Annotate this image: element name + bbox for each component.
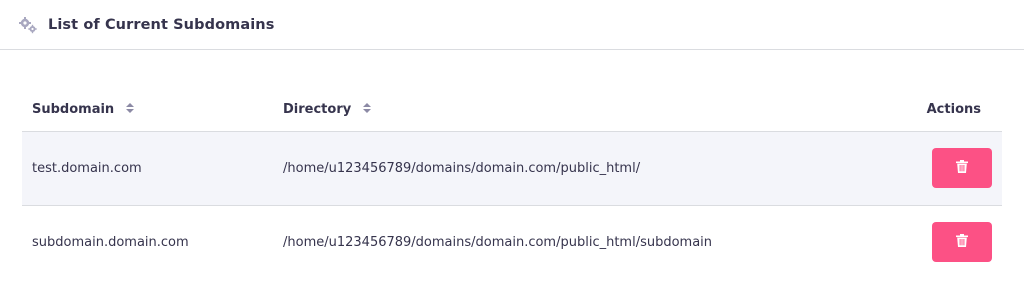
column-header-subdomain[interactable]: Subdomain	[22, 88, 283, 132]
table-row: test.domain.com /home/u123456789/domains…	[22, 131, 1002, 206]
column-header-directory[interactable]: Directory	[283, 88, 843, 132]
column-header-actions: Actions	[843, 88, 1002, 132]
subdomains-table-wrapper: Subdomain Directory Actions test.domain.…	[22, 88, 1002, 279]
sort-icon[interactable]	[125, 102, 134, 117]
directory-cell: /home/u123456789/domains/domain.com/publ…	[283, 234, 713, 250]
column-label-subdomain: Subdomain	[32, 101, 115, 117]
gears-icon	[18, 15, 38, 35]
sort-icon[interactable]	[362, 102, 371, 117]
table-row: subdomain.domain.com /home/u123456789/do…	[22, 205, 1002, 279]
subdomain-cell: test.domain.com	[22, 131, 283, 206]
subdomain-cell: subdomain.domain.com	[32, 234, 189, 250]
card-header: List of Current Subdomains	[0, 0, 1024, 50]
trash-icon	[956, 160, 968, 176]
subdomains-table: Subdomain Directory Actions test.domain.…	[22, 88, 1002, 279]
column-label-actions: Actions	[926, 101, 981, 117]
column-label-directory: Directory	[283, 101, 352, 117]
table-header-row: Subdomain Directory Actions	[22, 88, 1002, 132]
trash-icon	[956, 234, 968, 250]
delete-button[interactable]	[932, 148, 992, 188]
actions-cell	[843, 205, 1002, 279]
directory-cell: /home/u123456789/domains/domain.com/publ…	[283, 131, 843, 206]
page-title: List of Current Subdomains	[48, 16, 275, 33]
delete-button[interactable]	[932, 222, 992, 263]
actions-cell	[843, 131, 1002, 206]
